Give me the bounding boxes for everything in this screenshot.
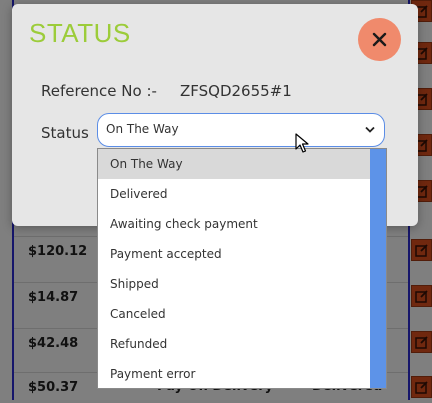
close-button[interactable]: [358, 18, 401, 61]
status-option-canceled[interactable]: Canceled: [98, 299, 370, 329]
status-select[interactable]: On The Way: [97, 113, 385, 147]
reference-value: ZFSQD2655#1: [180, 82, 292, 100]
option-label: Shipped: [110, 277, 159, 291]
close-icon: [372, 32, 387, 47]
status-option-payment-error[interactable]: Payment error: [98, 359, 370, 389]
status-label: Status: [41, 124, 89, 142]
option-label: On The Way: [110, 157, 183, 171]
option-label: Payment accepted: [110, 247, 222, 261]
option-label: Awaiting check payment: [110, 217, 258, 231]
chevron-down-icon: [365, 126, 375, 133]
status-option-refunded[interactable]: Refunded: [98, 329, 370, 359]
mouse-cursor-icon: [295, 133, 309, 153]
option-label: Delivered: [110, 187, 168, 201]
option-label: Canceled: [110, 307, 166, 321]
reference-label: Reference No :-: [41, 82, 157, 100]
status-option-on-the-way[interactable]: On The Way: [98, 149, 370, 179]
modal-title: STATUS: [29, 18, 131, 48]
option-label: Refunded: [110, 337, 168, 351]
status-option-awaiting-check-payment[interactable]: Awaiting check payment: [98, 209, 370, 239]
status-option-delivered[interactable]: Delivered: [98, 179, 370, 209]
status-option-payment-accepted[interactable]: Payment accepted: [98, 239, 370, 269]
status-selected-value: On The Way: [106, 122, 179, 136]
dropdown-scrollbar[interactable]: [370, 149, 386, 388]
status-option-shipped[interactable]: Shipped: [98, 269, 370, 299]
status-dropdown-list: On The Way Delivered Awaiting check paym…: [97, 148, 387, 389]
option-label: Payment error: [110, 367, 196, 381]
